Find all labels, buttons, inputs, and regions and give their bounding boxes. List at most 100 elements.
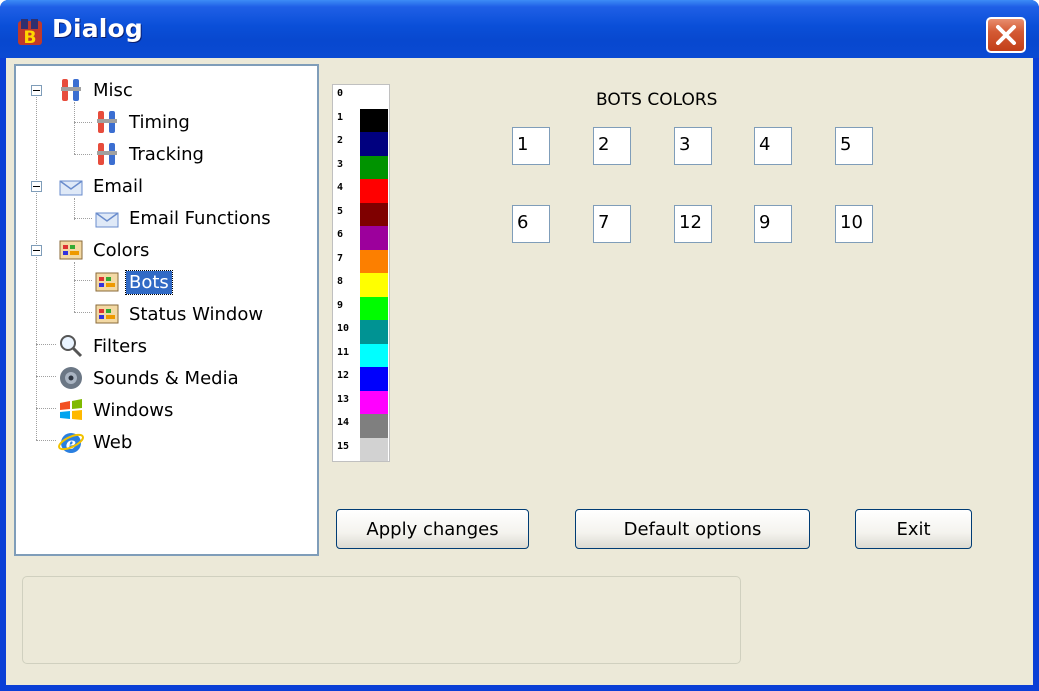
palette-icon — [92, 267, 122, 297]
tree-connector — [74, 262, 75, 312]
tree-connector — [36, 92, 37, 440]
speaker-icon — [56, 363, 86, 393]
palette-index: 11 — [337, 346, 350, 358]
close-icon — [996, 25, 1016, 45]
palette-row: 12 — [333, 367, 391, 391]
tree-label: Sounds & Media — [93, 367, 239, 389]
tree-label: Email Functions — [129, 207, 271, 229]
tree-label: Tracking — [129, 143, 204, 165]
internet-explorer-icon: e — [56, 427, 86, 457]
bots-colors-heading: BOTS COLORS — [596, 90, 718, 110]
tree-connector — [36, 344, 56, 345]
tree-label: Timing — [129, 111, 190, 133]
palette-swatch — [360, 273, 388, 297]
palette-swatch — [360, 179, 388, 203]
palette-swatch — [360, 367, 388, 391]
tree-label: Misc — [93, 79, 133, 101]
color-palette-legend: 0 1 2 3 4 5 6 7 8 9 10 11 12 13 14 15 — [332, 84, 390, 462]
palette-swatch — [360, 249, 388, 273]
palette-row: 10 — [333, 320, 391, 344]
bot-color-field[interactable]: 10 — [835, 205, 873, 243]
palette-swatch — [360, 108, 388, 132]
tree-connector — [74, 154, 92, 155]
palette-index: 1 — [337, 111, 344, 123]
tree-connector — [36, 440, 56, 441]
wrench-icon — [92, 139, 122, 169]
tree-label: Windows — [93, 399, 174, 421]
palette-row: 8 — [333, 273, 391, 297]
bot-color-field[interactable]: 4 — [754, 127, 792, 165]
bot-color-field[interactable]: 2 — [593, 127, 631, 165]
tree-connector — [74, 218, 92, 219]
bot-color-field[interactable]: 5 — [835, 127, 873, 165]
palette-row: 7 — [333, 249, 391, 273]
palette-row: 11 — [333, 343, 391, 367]
wrench-icon — [56, 75, 86, 105]
window-title: Dialog — [52, 14, 144, 43]
tree-label: Colors — [93, 239, 150, 261]
expander-email[interactable] — [31, 181, 42, 192]
tree-item-email[interactable]: Email — [56, 171, 146, 201]
tree-connector — [74, 122, 92, 123]
palette-swatch — [360, 437, 388, 461]
tree-item-windows[interactable]: Windows — [56, 395, 176, 425]
envelope-icon — [92, 203, 122, 233]
palette-swatch — [360, 414, 388, 438]
bot-color-field[interactable]: 12 — [674, 205, 712, 243]
expander-misc[interactable] — [31, 85, 42, 96]
tree-item-timing[interactable]: Timing — [92, 107, 193, 137]
tree-connector — [74, 312, 92, 313]
bot-color-field[interactable]: 1 — [512, 127, 550, 165]
tree-item-sounds-media[interactable]: Sounds & Media — [56, 363, 242, 393]
status-panel — [22, 576, 741, 664]
palette-icon — [92, 299, 122, 329]
envelope-icon — [56, 171, 86, 201]
palette-index: 10 — [337, 323, 350, 334]
palette-row: 9 — [333, 296, 391, 320]
palette-swatch — [360, 343, 388, 367]
bot-color-field[interactable]: 3 — [674, 127, 712, 165]
tree-label: Web — [93, 431, 133, 453]
tree-item-colors[interactable]: Colors — [56, 235, 152, 265]
tree-connector — [36, 408, 56, 409]
exit-button[interactable]: Exit — [855, 509, 972, 549]
palette-row: 5 — [333, 202, 391, 226]
palette-index: 4 — [337, 182, 344, 193]
palette-index: 0 — [337, 88, 344, 99]
tree-item-filters[interactable]: Filters — [56, 331, 150, 361]
bot-color-field[interactable]: 9 — [754, 205, 792, 243]
bot-color-field[interactable]: 6 — [512, 205, 550, 243]
wrench-icon — [92, 107, 122, 137]
palette-row: 3 — [333, 155, 391, 179]
tree-connector — [36, 376, 56, 377]
palette-index: 13 — [337, 393, 350, 405]
expander-colors[interactable] — [31, 245, 42, 256]
palette-index: 14 — [337, 417, 350, 428]
palette-index: 8 — [337, 276, 344, 287]
tree-item-misc[interactable]: Misc — [56, 75, 136, 105]
palette-index: 2 — [337, 135, 344, 146]
palette-row: 13 — [333, 390, 391, 414]
palette-swatch — [360, 155, 388, 179]
close-button[interactable] — [986, 17, 1026, 53]
dialog-window: B Dialog Misc Timing Tracking Email Emai… — [0, 0, 1039, 691]
default-options-button[interactable]: Default options — [575, 509, 810, 549]
bot-color-field[interactable]: 7 — [593, 205, 631, 243]
tree-item-bots[interactable]: Bots — [92, 267, 173, 297]
palette-icon — [56, 235, 86, 265]
tree-label-selected: Bots — [125, 269, 173, 295]
options-tree[interactable]: Misc Timing Tracking Email Email Functio… — [14, 64, 319, 556]
apply-changes-button[interactable]: Apply changes — [336, 509, 529, 549]
palette-index: 9 — [337, 299, 344, 311]
palette-index: 7 — [337, 252, 344, 264]
tree-item-tracking[interactable]: Tracking — [92, 139, 207, 169]
palette-row: 1 — [333, 108, 391, 132]
tree-item-status-window[interactable]: Status Window — [92, 299, 266, 329]
dialog-client: Misc Timing Tracking Email Email Functio… — [6, 58, 1033, 685]
tree-connector — [74, 102, 75, 154]
palette-index: 3 — [337, 158, 344, 170]
tree-item-web[interactable]: e Web — [56, 427, 135, 457]
palette-row: 14 — [333, 414, 391, 438]
title-bar[interactable]: B Dialog — [0, 0, 1039, 58]
tree-item-email-functions[interactable]: Email Functions — [92, 203, 274, 233]
